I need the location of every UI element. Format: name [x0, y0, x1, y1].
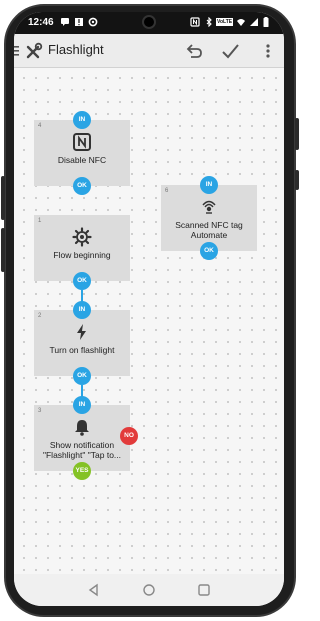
- pin-yes[interactable]: YES: [73, 462, 91, 480]
- wifi-icon: [236, 17, 246, 30]
- pin-in[interactable]: IN: [73, 301, 91, 319]
- home-icon[interactable]: [141, 582, 157, 598]
- gear-icon: [72, 227, 92, 247]
- flash-icon: [72, 322, 92, 342]
- tools-icon[interactable]: [24, 41, 44, 61]
- volume-button-lower: [1, 228, 5, 272]
- volume-button: [1, 176, 5, 220]
- power-button: [295, 118, 299, 150]
- screen: 12:46 VoLTE Flashlight 4 Disable NFC IN …: [14, 12, 284, 606]
- block-id: 1: [38, 218, 42, 224]
- nfc-icon: [190, 17, 200, 30]
- app-bar: Flashlight: [14, 34, 284, 68]
- settings-icon: [88, 17, 98, 30]
- signal-icon: [249, 17, 259, 30]
- info-icon: [74, 17, 84, 30]
- pin-in[interactable]: IN: [73, 111, 91, 129]
- block-id: 3: [38, 408, 42, 414]
- block-label: Flow beginning: [53, 250, 111, 260]
- pin-in[interactable]: IN: [73, 396, 91, 414]
- slider-button: [295, 170, 299, 190]
- battery-icon: [263, 17, 269, 30]
- nav-bar: [14, 574, 284, 606]
- more-icon[interactable]: [264, 41, 272, 61]
- block-id: 2: [38, 313, 42, 319]
- menu-icon[interactable]: [14, 43, 20, 63]
- volte-icon: VoLTE: [216, 18, 234, 26]
- pin-in[interactable]: IN: [200, 176, 218, 194]
- block-label: Show notification "Flashlight" "Tap to..…: [42, 440, 122, 460]
- bluetooth-icon: [204, 16, 214, 30]
- pin-ok[interactable]: OK: [73, 367, 91, 385]
- nfc-scan-icon: [199, 197, 219, 217]
- front-camera: [142, 15, 156, 29]
- recents-icon[interactable]: [196, 582, 212, 598]
- flow-canvas[interactable]: 4 Disable NFC IN OK 1 Flow beginning OK …: [14, 68, 284, 574]
- block-id: 6: [165, 188, 169, 194]
- back-icon[interactable]: [86, 582, 102, 598]
- block-label: Disable NFC: [57, 155, 107, 165]
- block-id: 4: [38, 123, 42, 129]
- undo-icon[interactable]: [184, 41, 204, 61]
- status-time: 12:46: [28, 17, 54, 28]
- bell-icon: [72, 417, 92, 437]
- check-icon[interactable]: [220, 41, 240, 61]
- status-bar: 12:46 VoLTE: [14, 12, 284, 34]
- nfc-icon: [72, 132, 92, 152]
- chat-icon: [60, 17, 70, 30]
- pin-ok[interactable]: OK: [200, 242, 218, 260]
- block-label: Scanned NFC tag Automate: [175, 220, 243, 240]
- block-label: Turn on flashlight: [49, 345, 115, 355]
- pin-ok[interactable]: OK: [73, 177, 91, 195]
- pin-ok[interactable]: OK: [73, 272, 91, 290]
- page-title: Flashlight: [48, 42, 104, 57]
- pin-no[interactable]: NO: [120, 427, 138, 445]
